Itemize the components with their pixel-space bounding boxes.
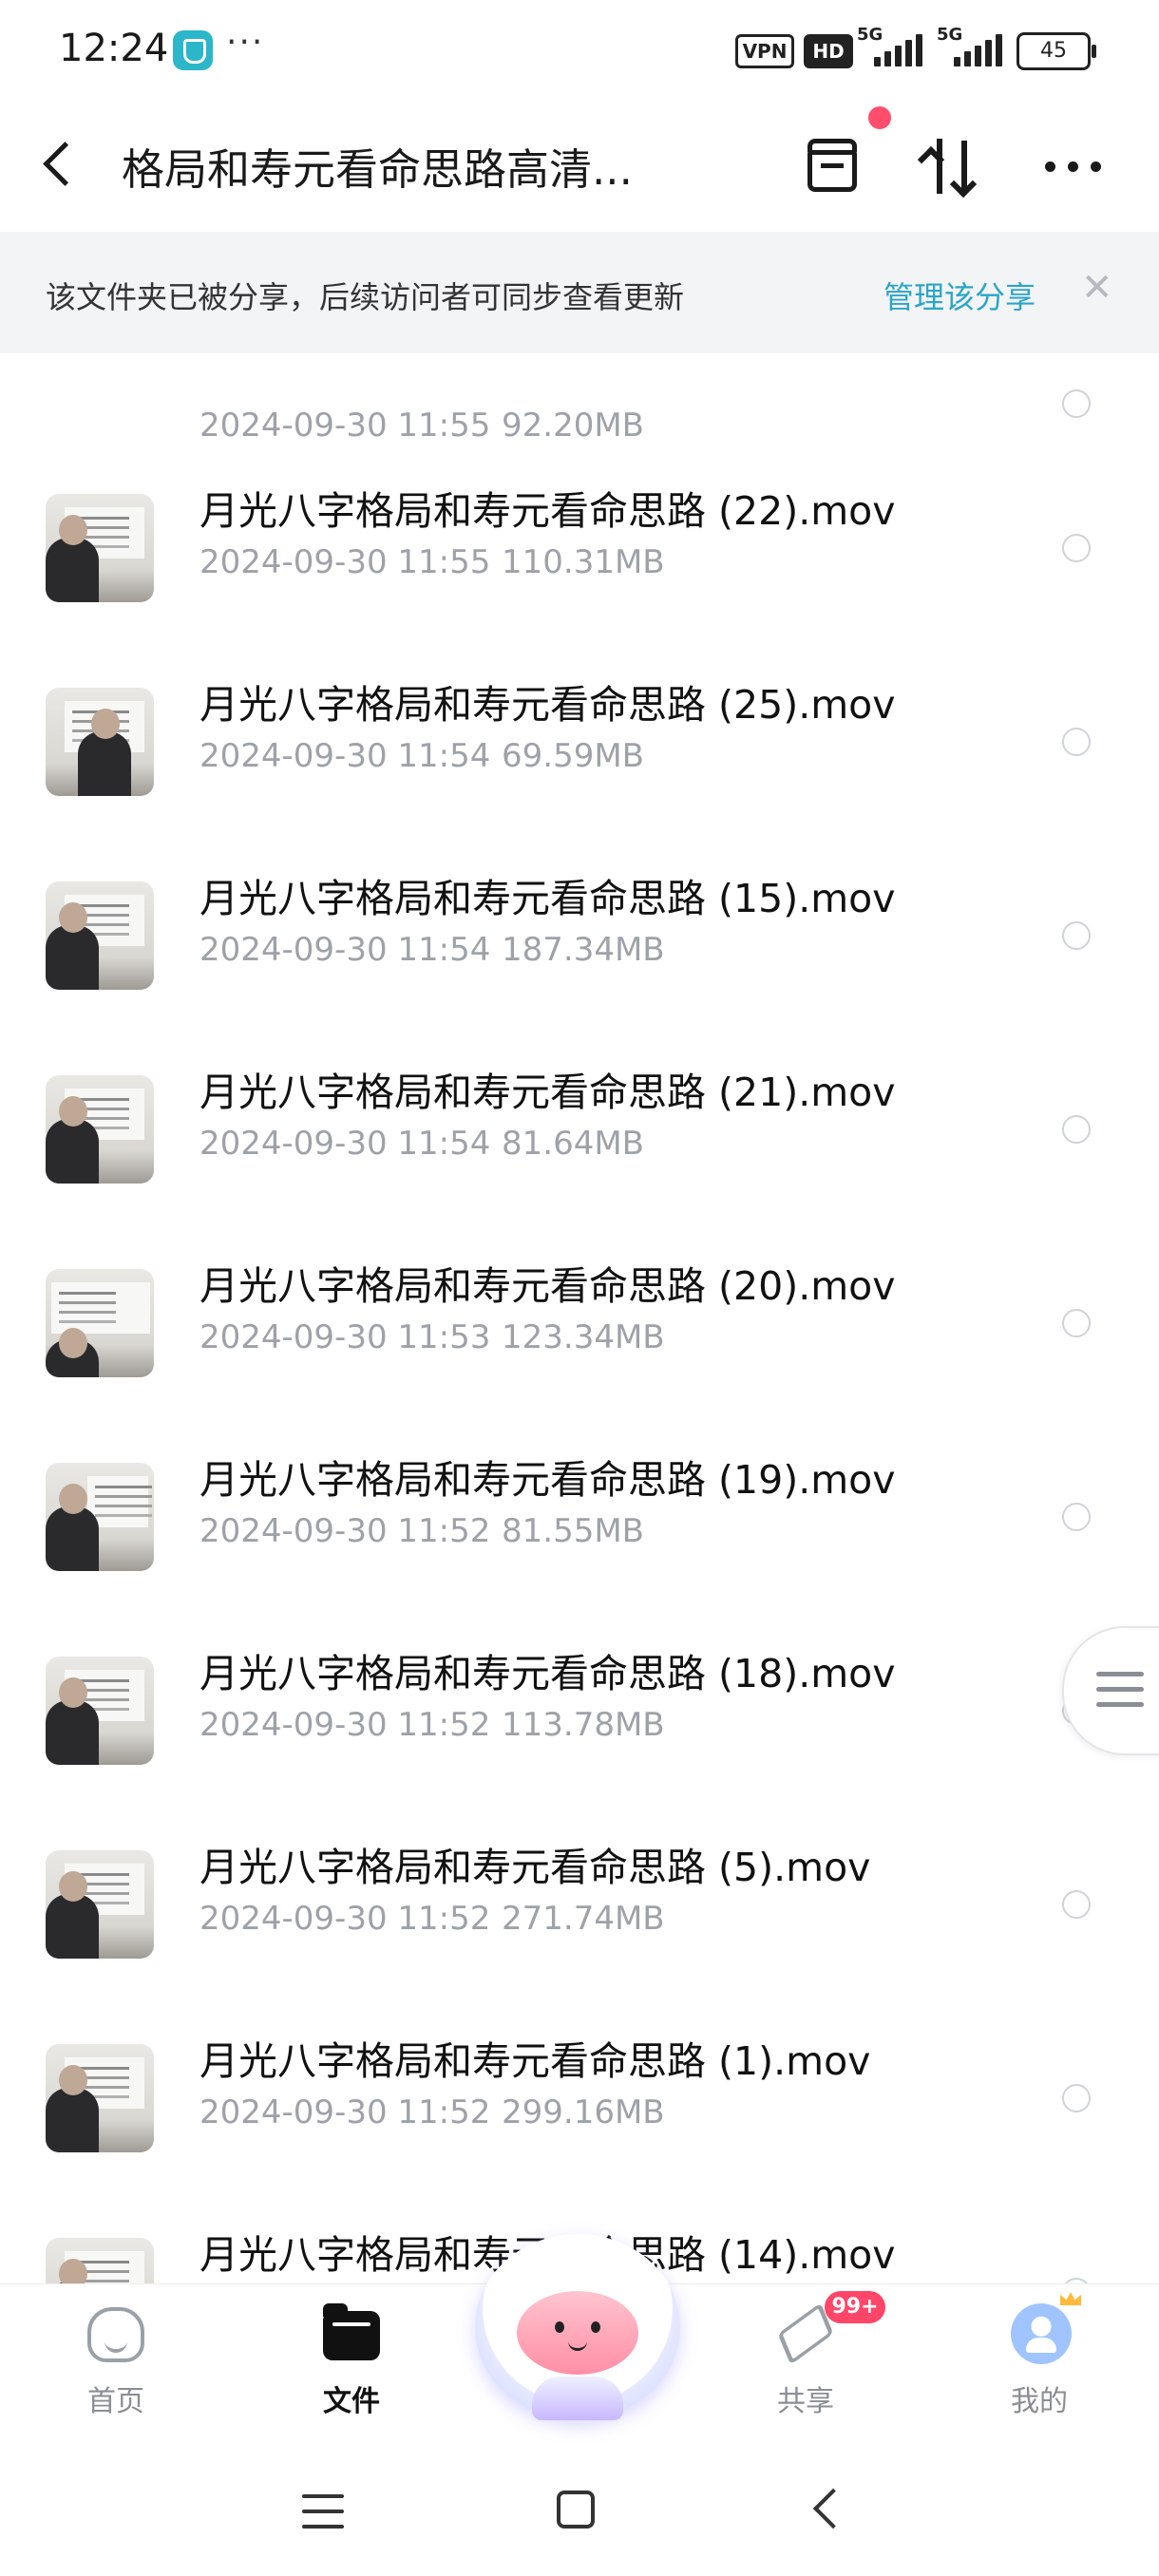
share-banner-text: 该文件夹已被分享，后续访问者可同步查看更新: [46, 279, 685, 315]
video-thumbnail: [46, 1075, 154, 1184]
video-thumbnail: [46, 881, 154, 990]
file-name: 月光八字格局和寿元看命思路 (19).mov: [200, 1457, 896, 1503]
select-radio[interactable]: [1062, 728, 1091, 756]
video-thumbnail: [46, 1657, 154, 1765]
nav-label: 我的: [1011, 2385, 1068, 2418]
file-size: 69.59MB: [502, 737, 644, 775]
list-item[interactable]: 月光八字格局和寿元看命思路 (22).mov 2024-09-30 11:55 …: [0, 452, 1159, 646]
system-nav-bar: [0, 2445, 1159, 2576]
file-date: 2024-09-30 11:52: [200, 1900, 491, 1938]
send-icon: [777, 2302, 834, 2365]
video-thumbnail: [46, 1269, 154, 1377]
mascot-center-button[interactable]: [475, 2234, 680, 2424]
video-thumbnail: [46, 2044, 154, 2152]
signal-bars-icon: [874, 34, 925, 66]
app-header: 格局和寿元看命思路高清...: [0, 103, 1159, 232]
select-radio[interactable]: [1062, 534, 1091, 562]
select-radio[interactable]: [1062, 1309, 1091, 1337]
file-date: 2024-09-30 11:54: [200, 737, 491, 775]
file-name: 月光八字格局和寿元看命思路 (5).mov: [200, 1845, 871, 1890]
home-button-icon[interactable]: [557, 2491, 595, 2529]
status-time: 12:24: [59, 27, 169, 70]
file-size: 92.20MB: [502, 407, 644, 445]
folder-icon: [323, 2303, 380, 2360]
file-list[interactable]: 2024-09-30 11:55 92.20MB 月光八字格局和寿元看命思路 (…: [0, 353, 1159, 2283]
file-date: 2024-09-30 11:54: [200, 1125, 491, 1163]
battery-indicator: 45: [1016, 32, 1096, 70]
select-radio[interactable]: [1062, 1890, 1091, 1919]
list-item[interactable]: 月光八字格局和寿元看命思路 (5).mov 2024-09-30 11:52 2…: [0, 1809, 1159, 2002]
list-item[interactable]: 月光八字格局和寿元看命思路 (1).mov 2024-09-30 11:52 2…: [0, 2002, 1159, 2196]
shield-app-icon: [173, 30, 213, 70]
avatar-icon: [1011, 2303, 1072, 2364]
status-more-icon: ···: [226, 23, 265, 62]
manage-share-link[interactable]: 管理该分享: [884, 274, 1036, 317]
file-date: 2024-09-30 11:52: [200, 1512, 491, 1550]
list-item[interactable]: 月光八字格局和寿元看命思路 (15).mov 2024-09-30 11:54 …: [0, 840, 1159, 1033]
nav-label: 共享: [777, 2385, 834, 2418]
file-size: 123.34MB: [502, 1318, 665, 1356]
notification-badge: 99+: [825, 2291, 885, 2323]
page-title: 格局和寿元看命思路高清...: [122, 144, 633, 195]
video-thumbnail: [46, 2238, 154, 2283]
file-name: 月光八字格局和寿元看命思路 (21).mov: [200, 1070, 896, 1115]
file-size: 271.74MB: [502, 1900, 665, 1938]
file-date: 2024-09-30 11:55: [200, 543, 491, 581]
back-icon[interactable]: [43, 142, 87, 186]
video-thumbnail: [46, 494, 154, 602]
home-icon: [87, 2307, 144, 2362]
file-size: 187.34MB: [502, 931, 665, 969]
select-radio[interactable]: [1062, 1115, 1091, 1144]
share-banner: 该文件夹已被分享，后续访问者可同步查看更新 管理该分享 ✕: [0, 232, 1159, 353]
video-thumbnail: [46, 688, 154, 796]
recent-apps-icon[interactable]: [302, 2494, 344, 2529]
select-radio[interactable]: [1062, 921, 1091, 950]
nav-item-me[interactable]: 我的: [954, 2284, 1125, 2446]
file-name: 月光八字格局和寿元看命思路 (15).mov: [200, 876, 896, 921]
nav-label: 文件: [323, 2385, 380, 2418]
file-date: 2024-09-30 11:53: [200, 1318, 491, 1356]
nav-item-home[interactable]: 首页: [30, 2284, 201, 2446]
file-date: 2024-09-30 11:54: [200, 931, 491, 969]
file-date: 2024-09-30 11:55: [200, 407, 491, 445]
file-name: 月光八字格局和寿元看命思路 (20).mov: [200, 1263, 896, 1309]
list-item[interactable]: 月光八字格局和寿元看命思路 (20).mov 2024-09-30 11:53 …: [0, 1227, 1159, 1421]
video-thumbnail: [46, 1850, 154, 1959]
nav-label: 首页: [87, 2385, 144, 2418]
close-icon[interactable]: ✕: [1081, 266, 1113, 310]
signal-bars-icon: [954, 34, 1005, 66]
file-size: 113.78MB: [502, 1706, 665, 1744]
sort-icon[interactable]: [917, 137, 980, 199]
select-radio[interactable]: [1062, 1503, 1091, 1531]
file-name: 月光八字格局和寿元看命思路 (22).mov: [200, 488, 896, 534]
select-radio[interactable]: [1062, 2084, 1091, 2112]
more-icon[interactable]: [1045, 161, 1102, 173]
file-size: 110.31MB: [502, 543, 665, 581]
vpn-indicator: VPN: [735, 34, 794, 68]
notification-dot: [868, 106, 891, 129]
archive-icon[interactable]: [808, 139, 857, 192]
mascot-face-icon: [517, 2291, 638, 2375]
list-item[interactable]: 月光八字格局和寿元看命思路 (18).mov 2024-09-30 11:52 …: [0, 1615, 1159, 1809]
list-item[interactable]: 月光八字格局和寿元看命思路 (19).mov 2024-09-30 11:52 …: [0, 1421, 1159, 1615]
file-name: 月光八字格局和寿元看命思路 (25).mov: [200, 682, 896, 728]
file-date: 2024-09-30 11:52: [200, 2093, 491, 2131]
nav-item-files[interactable]: 文件: [266, 2284, 437, 2446]
hd-indicator: HD: [804, 34, 853, 68]
list-item[interactable]: 月光八字格局和寿元看命思路 (25).mov 2024-09-30 11:54 …: [0, 646, 1159, 840]
file-name: 月光八字格局和寿元看命思路 (1).mov: [200, 2038, 871, 2084]
list-item[interactable]: 2024-09-30 11:55 92.20MB: [0, 353, 1159, 445]
list-item[interactable]: 月光八字格局和寿元看命思路 (21).mov 2024-09-30 11:54 …: [0, 1033, 1159, 1227]
video-thumbnail: [46, 1463, 154, 1571]
file-size: 81.64MB: [502, 1125, 644, 1163]
select-radio[interactable]: [1062, 389, 1091, 418]
file-size: 81.55MB: [502, 1512, 644, 1550]
file-size: 299.16MB: [502, 2093, 665, 2131]
file-name: 月光八字格局和寿元看命思路 (18).mov: [200, 1651, 896, 1696]
crown-icon: [1060, 2292, 1081, 2305]
system-back-icon[interactable]: [812, 2488, 854, 2529]
file-date: 2024-09-30 11:52: [200, 1706, 491, 1744]
status-bar: 12:24 ··· VPN HD 5G 5G 45: [0, 0, 1159, 103]
